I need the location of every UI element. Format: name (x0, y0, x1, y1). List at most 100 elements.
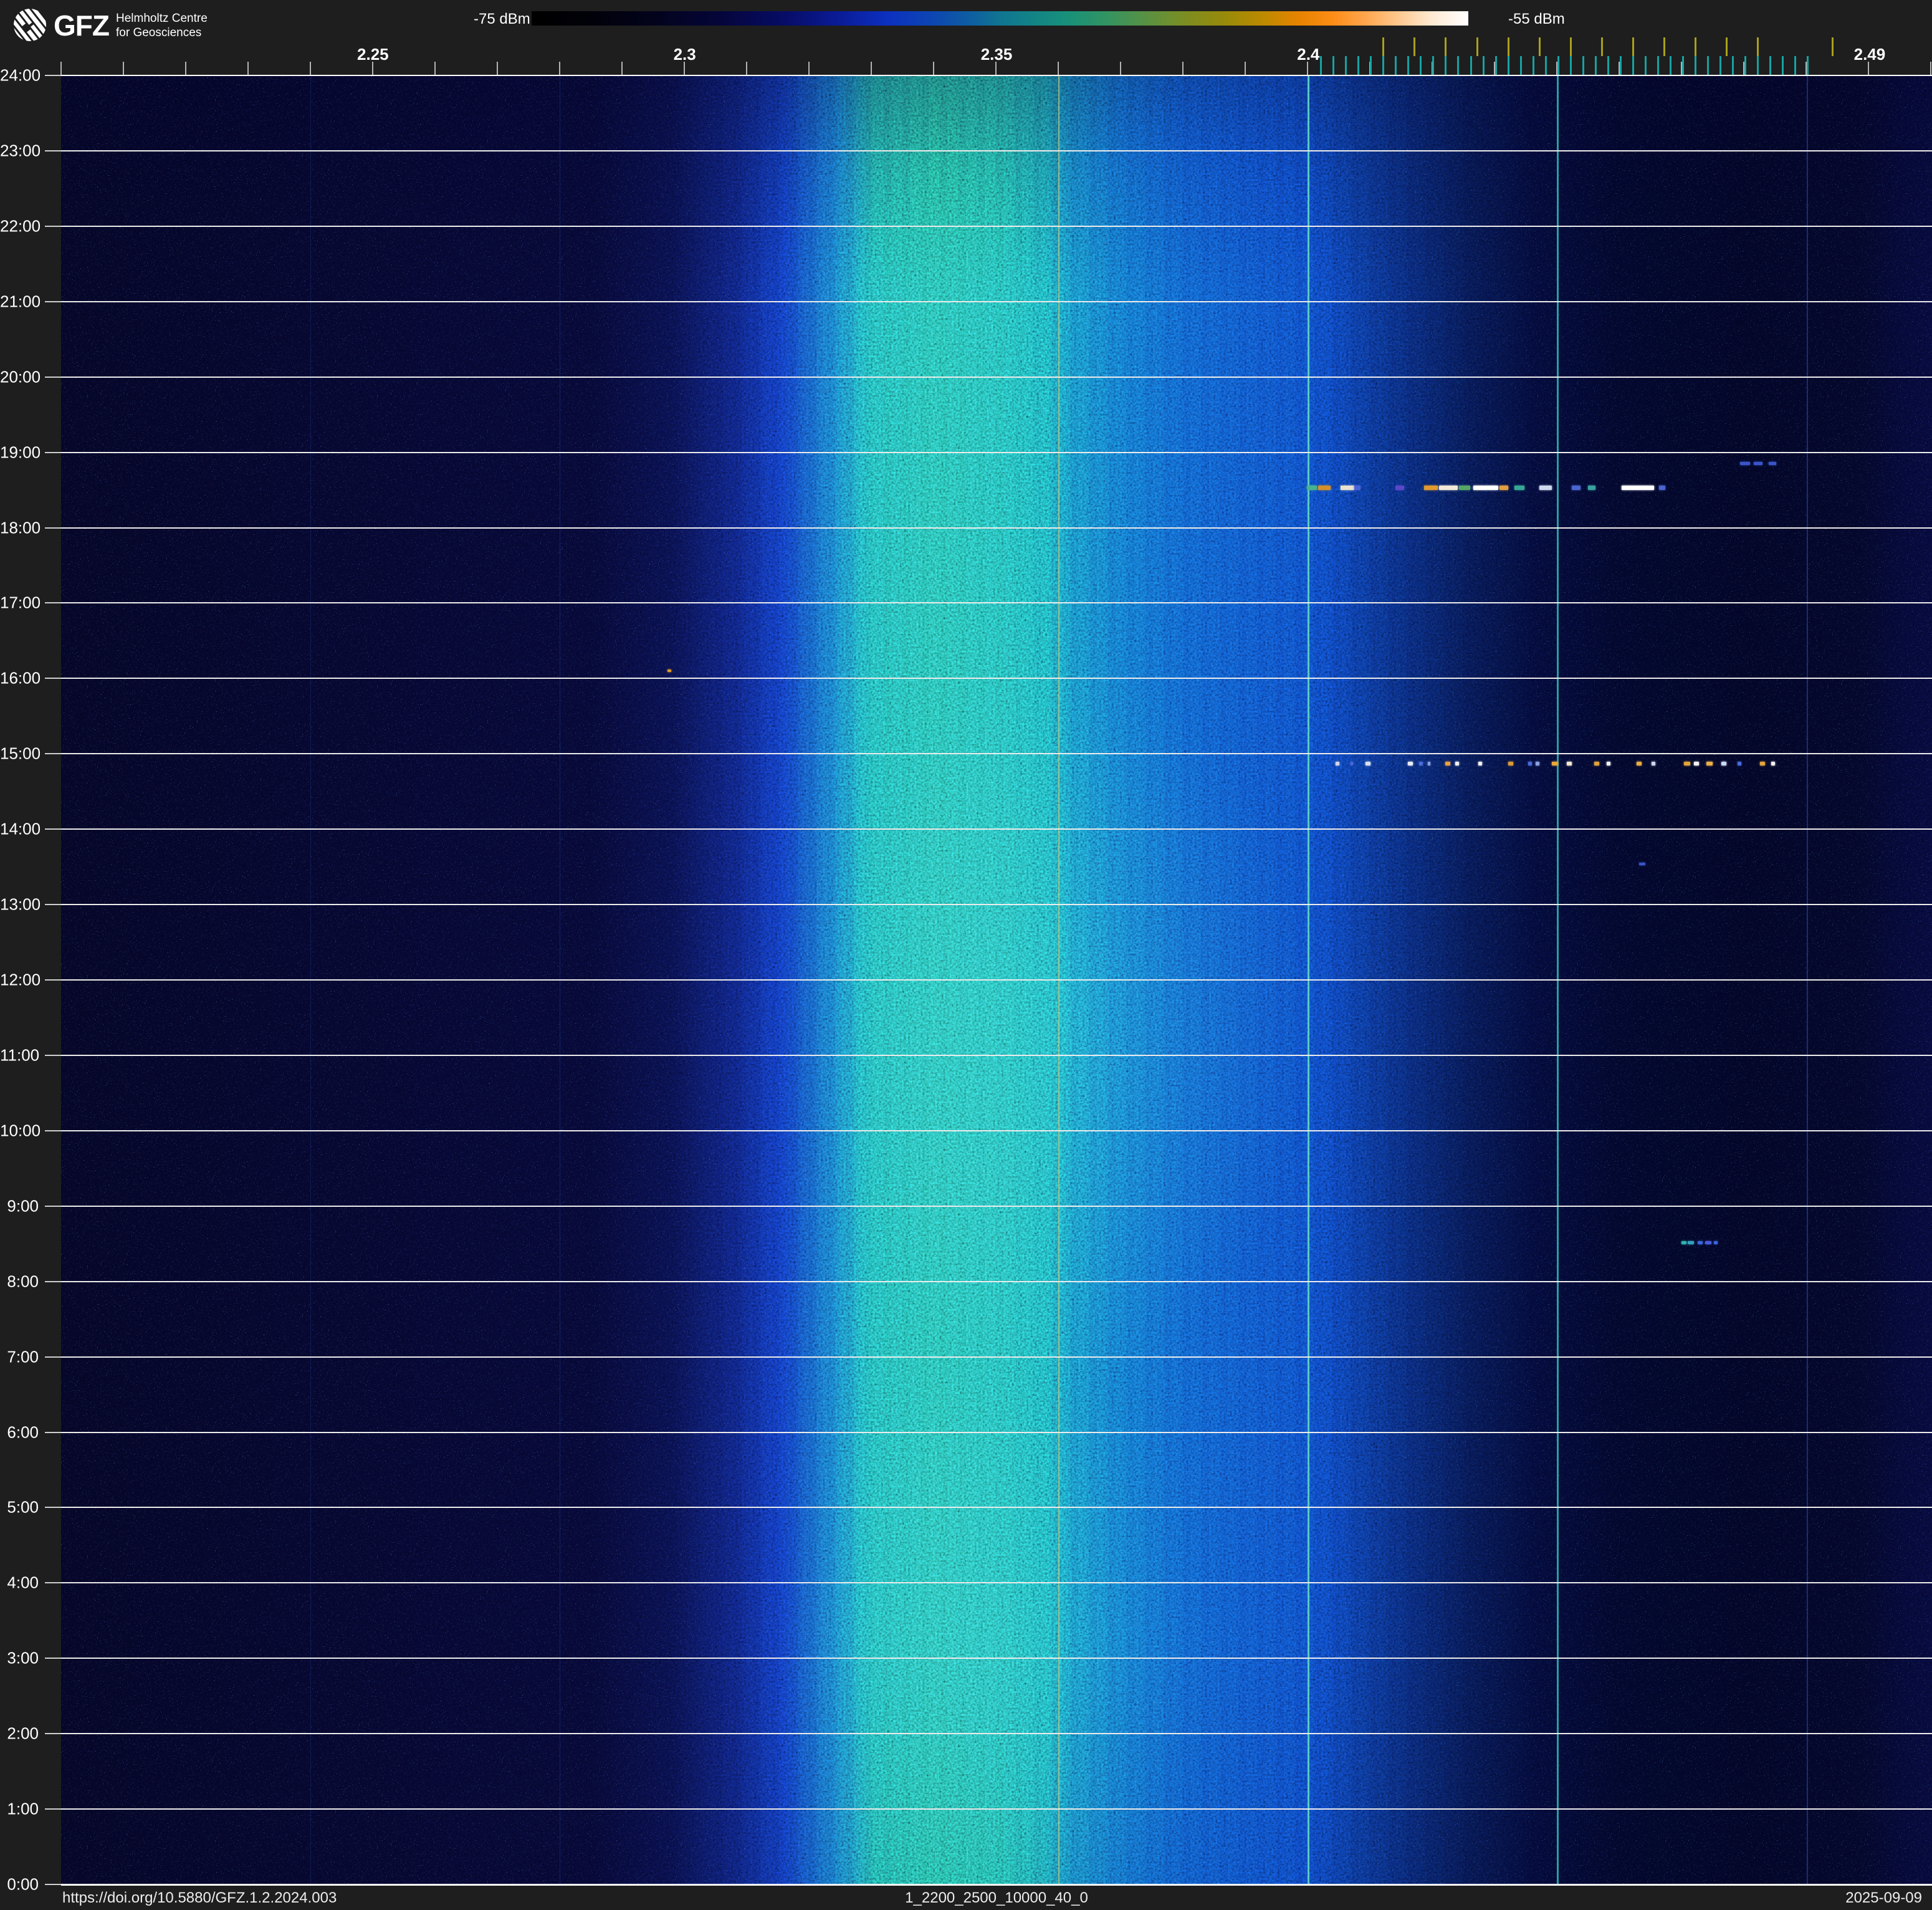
burst-dash (1536, 762, 1539, 765)
brand-subtitle-line2: for Geosciences (116, 26, 208, 40)
time-tick-label: 19:00 (0, 443, 39, 462)
frequency-tick-label: 2.4 (1297, 45, 1319, 64)
burst-dash (1594, 762, 1599, 765)
frequency-tick-label: 2.49 (1854, 45, 1886, 64)
ble-channel-tick (1657, 56, 1659, 75)
burst-dash (1307, 486, 1317, 490)
hour-gridline (61, 1432, 1932, 1433)
wifi-channel-tick (1601, 37, 1603, 56)
burst-dash (1706, 762, 1713, 765)
frequency-minor-tick (497, 62, 498, 75)
spectrogram-page: GFZ Helmholtz Centre for Geosciences -75… (0, 0, 1932, 1910)
time-tick-label: 12:00 (0, 971, 39, 990)
frequency-minor-tick (621, 62, 623, 75)
frequency-minor-tick (871, 62, 872, 75)
wifi-channel-tick (1832, 37, 1834, 56)
time-tick (45, 602, 61, 603)
burst-dash (1652, 762, 1655, 765)
burst-dash (1607, 762, 1610, 765)
burst-dash (1336, 762, 1339, 765)
burst-dash (1455, 762, 1459, 765)
ble-channel-tick (1357, 56, 1359, 75)
ble-channel-tick (1794, 56, 1796, 75)
ble-channel-tick (1757, 56, 1759, 75)
frequency-minor-tick (1245, 62, 1246, 75)
ble-channel-tick (1670, 56, 1671, 75)
ble-channel-tick (1533, 56, 1534, 75)
burst-dash (1445, 762, 1450, 765)
ble-channel-tick (1632, 56, 1634, 75)
ble-channel-tick (1607, 56, 1609, 75)
ble-channel-tick (1370, 56, 1372, 75)
burst-dash (1754, 462, 1762, 465)
ble-channel-tick (1707, 56, 1709, 75)
dataset-id: 1_2200_2500_10000_40_0 (905, 1889, 1088, 1907)
time-tick-label: 23:00 (0, 141, 39, 160)
time-tick (45, 301, 61, 302)
burst-dash (1318, 486, 1331, 490)
frequency-tick-label: 2.3 (674, 45, 696, 64)
ble-channel-tick (1495, 56, 1497, 75)
burst-dash (1395, 486, 1404, 490)
ble-channel-tick (1769, 56, 1771, 75)
ble-channel-tick (1782, 56, 1784, 75)
burst-dash (1351, 762, 1353, 765)
burst-dash (1428, 762, 1430, 765)
time-tick-label: 8:00 (0, 1272, 39, 1291)
hour-gridline (61, 527, 1932, 529)
frequency-minor-tick (559, 62, 560, 75)
wifi-channel-tick (1632, 37, 1634, 56)
wifi-channel-tick (1570, 37, 1572, 56)
frequency-minor-tick (1182, 62, 1184, 75)
frequency-minor-tick (808, 62, 810, 75)
ble-channel-tick (1744, 56, 1746, 75)
time-tick (45, 828, 61, 830)
time-tick-label: 22:00 (0, 216, 39, 236)
hour-gridline (61, 1281, 1932, 1282)
burst-dash (1694, 762, 1699, 765)
burst-dash (1528, 762, 1532, 765)
spectrogram-plot (61, 75, 1932, 1884)
time-tick (45, 377, 61, 378)
time-tick-label: 20:00 (0, 367, 39, 386)
wifi-channel-tick (1445, 37, 1447, 56)
frequency-minor-tick (60, 62, 62, 75)
hour-gridline (61, 1130, 1932, 1131)
hour-gridline (61, 904, 1932, 905)
hour-gridline (61, 1206, 1932, 1207)
hour-gridline (61, 753, 1932, 754)
frequency-minor-tick (247, 62, 249, 75)
hour-gridline (61, 828, 1932, 830)
ble-channel-tick (1345, 56, 1347, 75)
burst-dash (1681, 1241, 1686, 1244)
time-tick-label: 0:00 (0, 1875, 39, 1894)
time-tick (45, 1733, 61, 1734)
ble-channel-tick (1382, 56, 1384, 75)
hour-gridline (61, 1808, 1932, 1810)
top-axis-line (61, 75, 1932, 76)
frequency-minor-tick (746, 62, 747, 75)
hour-gridline (61, 1658, 1932, 1659)
bottom-axis-line (61, 1884, 1932, 1886)
ble-channel-tick (1732, 56, 1734, 75)
frequency-tick-label: 2.25 (357, 45, 389, 64)
time-tick (45, 1658, 61, 1659)
burst-dash (1439, 486, 1458, 490)
time-tick (45, 1507, 61, 1508)
colorbar (532, 11, 1468, 26)
time-tick (45, 753, 61, 754)
frequency-minor-tick (434, 62, 436, 75)
ble-channel-tick (1807, 56, 1809, 75)
wifi-channel-tick (1382, 37, 1384, 56)
burst-dash (1419, 762, 1423, 765)
burst-dash (1514, 486, 1524, 490)
ble-channel-tick (1483, 56, 1485, 75)
colorbar-max-label: -55 dBm (1508, 11, 1565, 28)
wifi-channel-tick (1663, 37, 1665, 56)
colorbar-min-label: -75 dBm (474, 11, 530, 28)
burst-dash (1698, 1241, 1703, 1244)
burst-dash (1684, 762, 1690, 765)
burst-dash (1588, 486, 1595, 490)
time-tick-label: 6:00 (0, 1423, 39, 1442)
burst-dash (1688, 1241, 1694, 1244)
